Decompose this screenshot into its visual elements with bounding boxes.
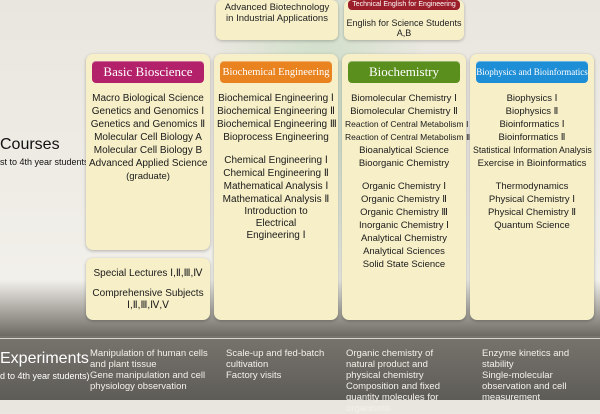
course-item: Biomolecular Chemistry Ⅱ xyxy=(350,106,458,117)
course-item: Organic Chemistry Ⅱ xyxy=(361,194,447,205)
courses-subtitle: st to 4th year students) xyxy=(0,157,92,167)
experiments-divider xyxy=(0,338,600,339)
top-card-english: Technical English for Engineering Englis… xyxy=(344,0,464,40)
course-item: Molecular Cell Biology A xyxy=(94,132,202,143)
top-card-english-header: Technical English for Engineering xyxy=(348,0,460,10)
course-item: Inorganic Chemistry Ⅰ xyxy=(359,220,449,231)
course-item: Macro Biological Science xyxy=(92,93,204,104)
card-biophysics-bioinformatics: Biophysics and Bioinformatics Biophysics… xyxy=(470,54,594,320)
experiment-biochemical-engineering: Scale-up and fed-batch cultivation Facto… xyxy=(226,348,336,381)
card-special-lectures: Special Lectures Ⅰ,Ⅱ,Ⅲ,Ⅳ Comprehensive S… xyxy=(86,258,210,320)
experiment-biophysics: Enzyme kinetics and stability Single-mol… xyxy=(482,348,598,403)
course-item: Quantum Science xyxy=(494,220,570,231)
header-basic-bioscience: Basic Bioscience xyxy=(92,61,204,83)
list-biochemical-engineering: Biochemical Engineering Ⅰ Biochemical En… xyxy=(217,92,337,243)
course-item: Biochemical Engineering Ⅲ xyxy=(217,119,337,130)
course-item: Molecular Cell Biology B xyxy=(93,145,203,156)
course-item: Biochemical Engineering Ⅰ xyxy=(218,93,334,104)
course-item: Bioinformatics Ⅰ xyxy=(499,119,565,130)
course-item: Analytical Chemistry xyxy=(360,233,448,244)
course-item: Organic Chemistry Ⅲ xyxy=(360,207,448,218)
header-biochemistry: Biochemistry xyxy=(348,61,460,83)
comprehensive-subjects-text: Comprehensive Subjects xyxy=(92,288,204,299)
spacer xyxy=(217,144,335,154)
experiment-text: Manipulation of human cells and plant ti… xyxy=(90,348,208,392)
course-item: Genetics and Genomics Ⅰ xyxy=(91,106,205,117)
special-lectures-text: Special Lectures Ⅰ,Ⅱ,Ⅲ,Ⅳ xyxy=(93,268,203,279)
course-item: Solid State Science xyxy=(362,259,446,270)
course-item: Chemical Engineering Ⅱ xyxy=(223,168,329,179)
list-basic-bioscience: Macro Biological Science Genetics and Ge… xyxy=(89,92,207,183)
course-item: Biophysics Ⅱ xyxy=(505,106,559,117)
experiments-title: Experiments xyxy=(0,350,89,367)
course-item-note: (graduate) xyxy=(126,171,170,182)
header-biophysics-bioinformatics: Biophysics and Bioinformatics xyxy=(476,61,588,83)
courses-title: Courses xyxy=(0,136,60,153)
top-card-biotech: Advanced Biotechnology in Industrial App… xyxy=(216,0,338,40)
course-item: Analytical Sciences xyxy=(363,246,445,257)
course-item: Bioanalytical Science xyxy=(359,145,449,156)
experiment-text: Organic chemistry of natural product and… xyxy=(346,348,440,414)
comprehensive-subjects-numerals: Ⅰ,Ⅱ,Ⅲ,Ⅳ,Ⅴ xyxy=(127,300,169,311)
course-item: Introduction to Electrical Engineering Ⅰ xyxy=(244,206,308,241)
course-item: Reaction of Central Metabolism Ⅱ xyxy=(345,132,471,142)
experiment-basic-bioscience: Manipulation of human cells and plant ti… xyxy=(90,348,212,392)
experiment-biochemistry: Organic chemistry of natural product and… xyxy=(346,348,464,414)
card-biochemical-engineering: Biochemical Engineering Biochemical Engi… xyxy=(214,54,338,320)
course-item: Mathematical Analysis Ⅱ xyxy=(222,194,330,205)
course-item: Organic Chemistry Ⅰ xyxy=(361,181,447,192)
card-basic-bioscience: Basic Bioscience Macro Biological Scienc… xyxy=(86,54,210,250)
course-item: Genetics and Genomics Ⅱ xyxy=(90,119,206,130)
card-biochemistry: Biochemistry Biomolecular Chemistry Ⅰ Bi… xyxy=(342,54,471,320)
course-item: Mathematical Analysis Ⅰ xyxy=(223,181,329,192)
top-card-biotech-line-2: in Industrial Applications xyxy=(226,13,328,24)
course-item: Biomolecular Chemistry Ⅰ xyxy=(351,93,457,104)
course-item: Reaction of Central Metabolism Ⅰ xyxy=(345,119,469,129)
header-biochemical-engineering: Biochemical Engineering xyxy=(220,61,332,83)
list-biochemistry: Biomolecular Chemistry Ⅰ Biomolecular Ch… xyxy=(345,92,471,271)
course-item: Physical Chemistry Ⅱ xyxy=(487,207,577,218)
course-item: Biophysics Ⅰ xyxy=(506,93,558,104)
list-biophysics-bioinformatics: Biophysics Ⅰ Biophysics Ⅱ Bioinformatics… xyxy=(473,92,592,232)
course-item: Exercise in Bioinformatics xyxy=(477,158,587,169)
experiments-subtitle: d to 4th year students) xyxy=(0,371,90,381)
spacer xyxy=(345,170,463,180)
course-item: Bioorganic Chemistry xyxy=(358,158,450,169)
course-item: Bioinformatics Ⅱ xyxy=(498,132,566,143)
course-item: Statistical Information Analysis xyxy=(473,145,592,155)
course-item: Physical Chemistry Ⅰ xyxy=(488,194,576,205)
course-item: Chemical Engineering Ⅰ xyxy=(224,155,328,166)
top-card-biotech-line-1: Advanced Biotechnology xyxy=(224,2,330,13)
top-card-english-line: English for Science Students A,B xyxy=(346,18,462,38)
spacer xyxy=(473,170,591,180)
course-item: Advanced Applied Science xyxy=(89,158,208,169)
course-item: Bioprocess Engineering xyxy=(223,132,329,143)
experiment-text: Scale-up and fed-batch cultivation Facto… xyxy=(226,348,325,381)
course-item: Thermodynamics xyxy=(495,181,569,192)
experiment-text: Enzyme kinetics and stability Single-mol… xyxy=(482,348,570,403)
course-item: Biochemical Engineering Ⅱ xyxy=(217,106,335,117)
